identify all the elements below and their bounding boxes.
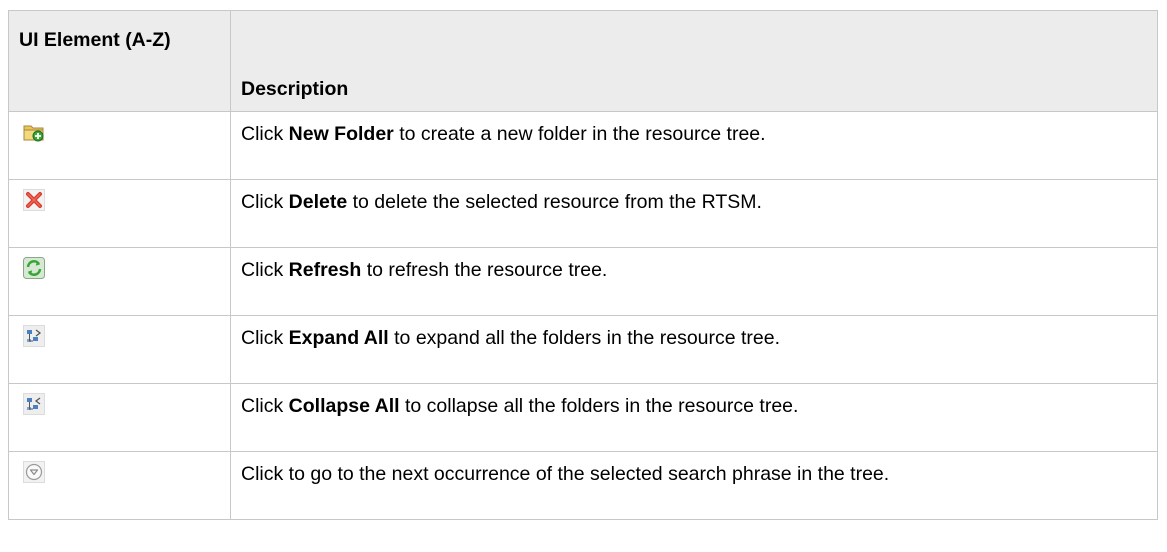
ui-elements-table: UI Element (A-Z) Description Click New F… <box>8 10 1158 520</box>
description-suffix: to delete the selected resource from the… <box>347 191 762 213</box>
table-header-row: UI Element (A-Z) Description <box>8 10 1158 112</box>
description-cell: Click Refresh to refresh the resource tr… <box>230 247 1158 316</box>
icon-cell <box>8 247 231 316</box>
description-suffix: to refresh the resource tree. <box>361 259 608 281</box>
description-suffix: to collapse all the folders in the resou… <box>399 395 799 417</box>
collapse-all-icon <box>23 393 45 415</box>
description-suffix: to expand all the folders in the resourc… <box>388 327 781 349</box>
description-cell: Click to go to the next occurrence of th… <box>230 451 1158 520</box>
icon-cell <box>8 179 231 248</box>
header-ui-element: UI Element (A-Z) <box>8 10 231 112</box>
icon-cell <box>8 111 231 180</box>
header-description: Description <box>230 10 1158 112</box>
table-row: Click to go to the next occurrence of th… <box>8 451 1158 520</box>
description-prefix: Click <box>241 327 289 349</box>
expand-all-icon <box>23 325 45 347</box>
description-suffix: to create a new folder in the resource t… <box>393 123 766 145</box>
description-cell: Click Expand All to expand all the folde… <box>230 315 1158 384</box>
new-folder-icon <box>23 121 45 143</box>
description-prefix: Click <box>241 395 289 417</box>
icon-cell <box>8 383 231 452</box>
description-bold: Refresh <box>288 259 362 281</box>
description-prefix: Click <box>241 191 289 213</box>
description-prefix: Click <box>241 123 289 145</box>
description-cell: Click New Folder to create a new folder … <box>230 111 1158 180</box>
description-prefix: Click <box>241 259 289 281</box>
next-occurrence-icon <box>23 461 45 483</box>
description-bold: Expand All <box>288 327 389 349</box>
description-cell: Click Collapse All to collapse all the f… <box>230 383 1158 452</box>
table-row: Click Collapse All to collapse all the f… <box>8 383 1158 452</box>
refresh-icon <box>23 257 45 279</box>
description-cell: Click Delete to delete the selected reso… <box>230 179 1158 248</box>
description-bold: Collapse All <box>288 395 400 417</box>
description-bold: Delete <box>288 191 348 213</box>
description-bold: New Folder <box>288 123 394 145</box>
table-row: Click New Folder to create a new folder … <box>8 111 1158 180</box>
delete-icon <box>23 189 45 211</box>
table-row: Click Delete to delete the selected reso… <box>8 179 1158 248</box>
table-row: Click Expand All to expand all the folde… <box>8 315 1158 384</box>
description-prefix: Click to go to the next occurrence of th… <box>241 463 890 485</box>
icon-cell <box>8 315 231 384</box>
icon-cell <box>8 451 231 520</box>
table-row: Click Refresh to refresh the resource tr… <box>8 247 1158 316</box>
